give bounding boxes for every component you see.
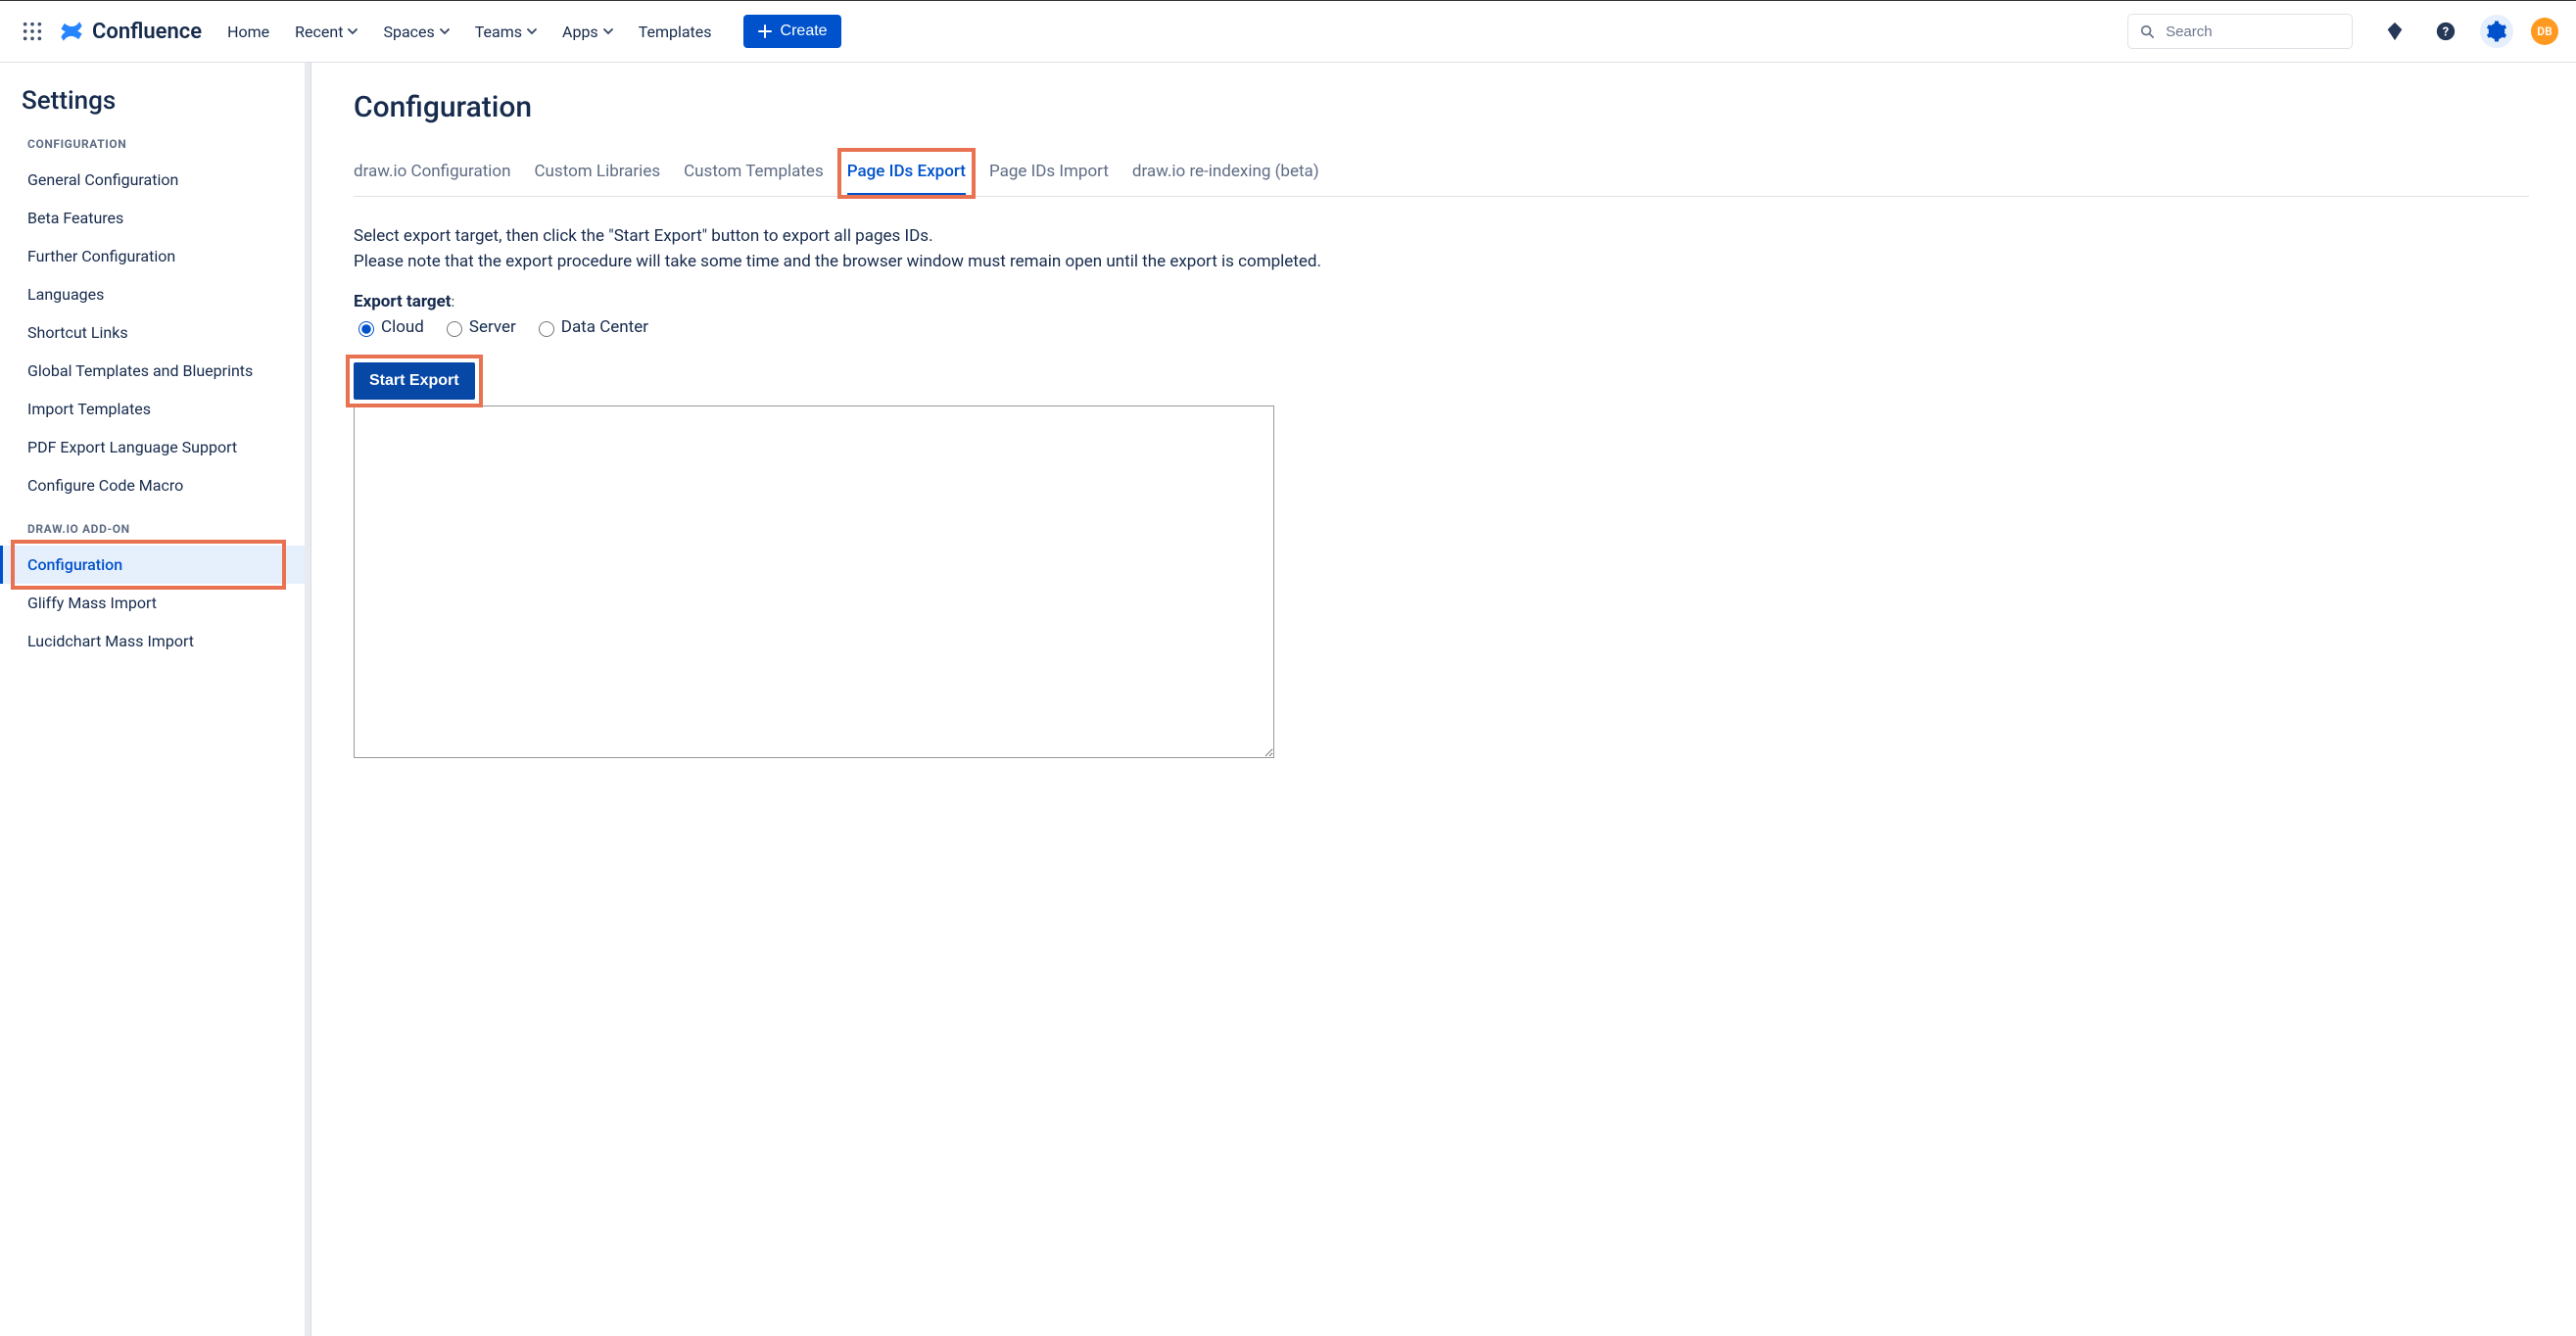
sidebar-section-heading: DRAW.IO ADD-ON <box>27 522 306 536</box>
tab-page-ids-export[interactable]: Page IDs Export <box>847 162 966 196</box>
notifications-icon[interactable] <box>2378 15 2411 48</box>
sidebar-item-beta-features[interactable]: Beta Features <box>0 199 306 237</box>
export-description: Select export target, then click the "St… <box>354 224 2529 274</box>
top-nav: Confluence Home Recent Spaces Teams Apps Temp… <box>0 1 2576 63</box>
nav-spaces[interactable]: Spaces <box>383 23 449 41</box>
sidebar-item-lucidchart-mass-import[interactable]: Lucidchart Mass Import <box>0 622 306 660</box>
nav-templates[interactable]: Templates <box>639 23 712 41</box>
avatar[interactable]: DB <box>2531 18 2558 45</box>
svg-text:?: ? <box>2443 25 2449 40</box>
tab-custom-libraries[interactable]: Custom Libraries <box>534 162 660 196</box>
tab-draw-io-configuration[interactable]: draw.io Configuration <box>354 162 510 196</box>
sidebar-item-gliffy-mass-import[interactable]: Gliffy Mass Import <box>0 584 306 622</box>
main-content: Configuration draw.io Configuration Custo… <box>307 63 2576 1336</box>
confluence-logo[interactable]: Confluence <box>59 19 202 44</box>
create-button-label: Create <box>781 23 828 40</box>
nav-home[interactable]: Home <box>227 23 269 41</box>
sidebar-item-configuration[interactable]: Configuration <box>0 546 306 584</box>
radio-data-center[interactable]: Data Center <box>534 317 648 337</box>
nav-apps[interactable]: Apps <box>562 23 613 41</box>
start-export-button[interactable]: Start Export <box>354 362 475 400</box>
sidebar-item-shortcut-links[interactable]: Shortcut Links <box>0 313 306 352</box>
primary-nav: Home Recent Spaces Teams Apps Templates <box>227 23 711 41</box>
radio-cloud[interactable]: Cloud <box>354 317 424 337</box>
help-icon[interactable]: ? <box>2429 15 2462 48</box>
create-button[interactable]: Create <box>743 15 841 48</box>
confluence-icon <box>59 19 84 44</box>
sidebar-item-pdf-export-language-support[interactable]: PDF Export Language Support <box>0 428 306 466</box>
export-output[interactable] <box>354 406 1274 758</box>
settings-icon[interactable] <box>2480 15 2513 48</box>
app-switcher-icon[interactable] <box>20 19 45 44</box>
chevron-down-icon <box>603 26 613 36</box>
tab-draw-io-re-indexing-beta-[interactable]: draw.io re-indexing (beta) <box>1132 162 1319 196</box>
search-box[interactable] <box>2127 14 2353 49</box>
sidebar-section-heading: CONFIGURATION <box>27 137 306 151</box>
product-name: Confluence <box>92 20 202 44</box>
sidebar-item-configure-code-macro[interactable]: Configure Code Macro <box>0 466 306 504</box>
nav-teams[interactable]: Teams <box>475 23 537 41</box>
plus-icon <box>757 24 773 39</box>
chevron-down-icon <box>348 26 358 36</box>
tab-page-ids-import[interactable]: Page IDs Import <box>989 162 1109 196</box>
nav-recent[interactable]: Recent <box>295 23 358 41</box>
search-input[interactable] <box>2164 23 2340 41</box>
search-icon <box>2140 24 2154 39</box>
export-target-radios: Cloud Server Data Center <box>354 317 2529 337</box>
sidebar-title: Settings <box>22 86 306 116</box>
chevron-down-icon <box>440 26 450 36</box>
chevron-down-icon <box>527 26 537 36</box>
radio-server[interactable]: Server <box>442 317 516 337</box>
config-tabs: draw.io Configuration Custom Libraries Cus… <box>354 162 2529 197</box>
sidebar-item-import-templates[interactable]: Import Templates <box>0 390 306 428</box>
export-target-label: Export target <box>354 292 452 311</box>
sidebar-item-global-templates-and-blueprints[interactable]: Global Templates and Blueprints <box>0 352 306 390</box>
sidebar-item-general-configuration[interactable]: General Configuration <box>0 161 306 199</box>
page-title: Configuration <box>354 90 2529 124</box>
settings-sidebar: Settings CONFIGURATION General Configurat… <box>0 63 307 1336</box>
sidebar-item-further-configuration[interactable]: Further Configuration <box>0 237 306 275</box>
sidebar-item-languages[interactable]: Languages <box>0 275 306 313</box>
tab-custom-templates[interactable]: Custom Templates <box>684 162 824 196</box>
